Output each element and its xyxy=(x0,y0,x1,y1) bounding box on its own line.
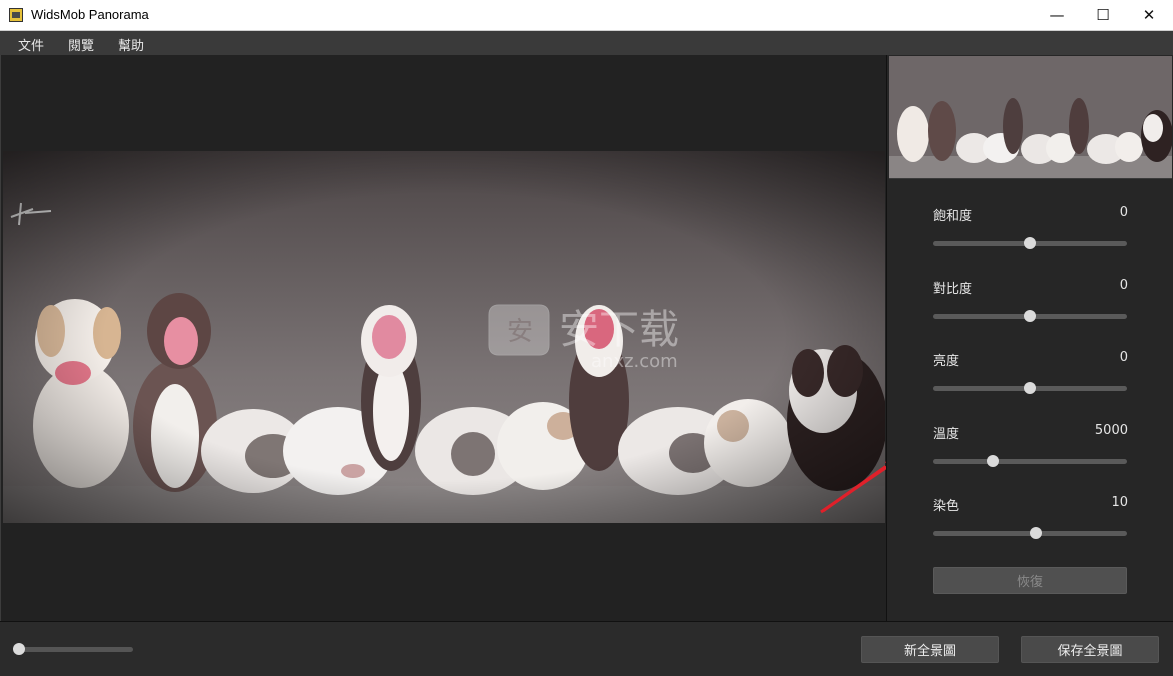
tint-label: 染色 xyxy=(933,499,960,514)
app-icon xyxy=(9,8,23,22)
adjustment-panel: 飽和度 0 對比度 0 亮度 0 溫度 5000 染色 10 恢復 xyxy=(886,55,1173,621)
menu-file[interactable]: 文件 xyxy=(18,35,44,54)
svg-text:安: 安 xyxy=(507,317,533,347)
title-bar: WidsMob Panorama — ☐ ✕ xyxy=(0,0,1173,31)
contrast-value: 0 xyxy=(1119,278,1128,293)
tint-slider[interactable] xyxy=(933,527,1127,539)
watermark-sub: anxz.com xyxy=(591,351,678,372)
slider-knob[interactable] xyxy=(987,455,1000,467)
new-panorama-button[interactable]: 新全景圖 xyxy=(861,636,999,663)
brightness-value: 0 xyxy=(1119,350,1128,365)
brightness-slider[interactable] xyxy=(933,382,1127,394)
saturation-slider[interactable] xyxy=(933,237,1127,249)
saturation-value: 0 xyxy=(1119,205,1128,220)
tint-value: 10 xyxy=(1111,495,1128,510)
zoom-knob[interactable] xyxy=(12,643,25,655)
menu-view[interactable]: 閱覽 xyxy=(68,35,94,54)
minimize-button[interactable]: — xyxy=(1034,0,1080,30)
menu-help[interactable]: 幫助 xyxy=(118,35,144,54)
close-button[interactable]: ✕ xyxy=(1126,0,1172,30)
slider-knob[interactable] xyxy=(1024,382,1036,394)
zoom-slider[interactable] xyxy=(12,643,133,655)
temperature-slider[interactable] xyxy=(933,455,1127,467)
brightness-label: 亮度 xyxy=(933,354,960,369)
slider-knob[interactable] xyxy=(1024,310,1036,322)
reset-button[interactable]: 恢復 xyxy=(933,567,1127,594)
slider-knob[interactable] xyxy=(1024,237,1036,249)
panorama-thumbnail[interactable] xyxy=(889,56,1172,179)
canvas-area: 安 安下载 anxz.com xyxy=(0,55,886,621)
contrast-label: 對比度 xyxy=(933,282,973,297)
bottom-bar: 新全景圖 保存全景圖 xyxy=(0,621,1173,676)
menu-bar: 文件 閱覽 幫助 xyxy=(0,31,1173,55)
slider-knob[interactable] xyxy=(1029,527,1042,539)
panorama-image xyxy=(3,151,885,523)
contrast-slider[interactable] xyxy=(933,310,1127,322)
watermark-text: 安下载 xyxy=(559,307,679,353)
save-panorama-button[interactable]: 保存全景圖 xyxy=(1021,636,1159,663)
temperature-label: 溫度 xyxy=(933,427,960,442)
saturation-label: 飽和度 xyxy=(933,209,973,224)
watermark: 安 安下载 anxz.com xyxy=(479,295,699,375)
temperature-value: 5000 xyxy=(1094,423,1128,438)
maximize-button[interactable]: ☐ xyxy=(1080,0,1126,30)
window-title: WidsMob Panorama xyxy=(31,7,149,22)
